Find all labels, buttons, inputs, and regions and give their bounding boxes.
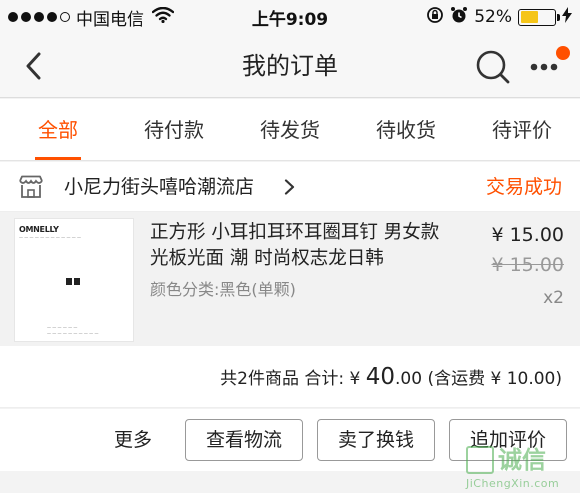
battery-fill xyxy=(520,11,538,23)
summary-total-dec: .00 xyxy=(394,369,423,389)
search-button[interactable] xyxy=(474,48,512,86)
more-actions-link[interactable]: 更多 xyxy=(114,409,152,471)
product-title[interactable]: 正方形 小耳扣耳环耳圈耳钉 男女款 光板光面 潮 时尚权志龙日韩 xyxy=(150,220,460,272)
tab-pending-shipment[interactable]: 待发货 xyxy=(232,99,348,160)
order-total: 共2件商品 合计: ¥ 40.00 (含运费 ¥ 10.00) xyxy=(220,346,562,410)
tab-pending-receipt[interactable]: 待收货 xyxy=(348,99,464,160)
thumbnail-text-line: — — — — — — — — — — xyxy=(47,331,99,336)
chevron-right-icon xyxy=(284,179,295,195)
order-tabs: 全部 待付款 待发货 待收货 待评价 xyxy=(0,99,580,161)
watermark-logo xyxy=(466,446,494,474)
product-price: ¥ 15.00 xyxy=(491,224,564,246)
battery-icon xyxy=(518,8,560,26)
tab-pending-payment[interactable]: 待付款 xyxy=(116,99,232,160)
product-original-price: ¥ 15.00 xyxy=(491,254,564,276)
view-logistics-button[interactable]: 查看物流 xyxy=(185,419,303,461)
store-name[interactable]: 小尼力街头嘻哈潮流店 xyxy=(64,162,254,212)
product-quantity: x2 xyxy=(543,288,564,308)
thumbnail-brand: OMNELLY xyxy=(19,225,59,234)
summary-total-int: 40 xyxy=(365,364,395,390)
summary-count: 共2件商品 合计: ¥ xyxy=(220,369,361,389)
store-icon xyxy=(19,175,43,198)
order-item[interactable]: OMNELLY — — — — — — — — — — — — — — — — … xyxy=(0,212,580,346)
navigation-bar: 我的订单 xyxy=(0,34,580,98)
carrier-name: 中国电信 xyxy=(76,9,144,30)
product-sku: 颜色分类:黑色(单颗) xyxy=(150,280,296,299)
watermark-cn: 诚信 xyxy=(498,446,546,474)
notification-dot xyxy=(556,46,570,60)
watermark-en: JiChengXin.com xyxy=(466,477,560,490)
earring-image xyxy=(66,278,72,285)
signal-strength-icon xyxy=(8,12,70,22)
order-summary: 共2件商品 合计: ¥ 40.00 (含运费 ¥ 10.00) xyxy=(0,346,580,408)
order-status: 交易成功 xyxy=(485,176,562,198)
charging-icon xyxy=(562,6,572,28)
battery-percent: 52% xyxy=(474,7,512,27)
status-bar: 中国电信 上午9:09 52% xyxy=(0,0,580,34)
search-icon xyxy=(476,50,510,84)
thumbnail-text-line: — — — — — — xyxy=(47,325,78,330)
rotation-lock-icon xyxy=(426,6,444,29)
sell-item-button[interactable]: 卖了换钱 xyxy=(317,419,435,461)
alarm-icon xyxy=(450,6,468,29)
tab-all[interactable]: 全部 xyxy=(0,99,116,160)
tab-pending-review[interactable]: 待评价 xyxy=(464,99,580,160)
product-thumbnail[interactable]: OMNELLY — — — — — — — — — — — — — — — — … xyxy=(14,218,134,342)
store-header[interactable]: 小尼力街头嘻哈潮流店 交易成功 xyxy=(0,162,580,212)
order-list-page: 中国电信 上午9:09 52% 我的订单 全部 待付款 待发货 待收货 待评价 … xyxy=(0,0,580,493)
wifi-icon xyxy=(151,6,175,28)
summary-shipping: (含运费 ¥ 10.00) xyxy=(427,369,562,389)
watermark: 诚信 JiChengXin.com xyxy=(466,446,578,492)
earring-image xyxy=(74,278,80,285)
thumbnail-text-line: — — — — — — — — — — — — xyxy=(19,235,81,240)
